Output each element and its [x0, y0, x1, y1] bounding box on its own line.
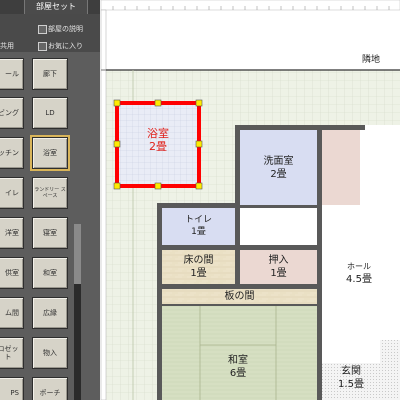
selection-handle-s: [154, 182, 162, 190]
hall-label: ホール 4.5畳: [322, 260, 396, 286]
hall-size: 4.5畳: [346, 274, 372, 285]
oshiire-label: 押入 1畳: [240, 254, 317, 280]
toilet-size: 1畳: [191, 227, 206, 237]
washitsu-name: 和室: [228, 355, 248, 366]
bath-size: 2畳: [149, 140, 167, 153]
oshiire-size: 1畳: [270, 268, 287, 279]
toilet-name: トイレ: [184, 215, 212, 225]
left-ruler: [100, 9, 107, 400]
washitsu-label: 和室 6畳: [200, 354, 276, 380]
selection-handle-n: [154, 99, 162, 107]
room-left-of-genkan: [322, 340, 380, 360]
room-pink: [322, 130, 360, 205]
top-ruler: [100, 0, 400, 11]
oshiire-name: 押入: [268, 255, 289, 266]
room-space-mid: [240, 208, 317, 245]
genkan-name: 玄関: [341, 366, 361, 377]
selection-handle-sw: [113, 182, 121, 190]
itanoma-label: 板の間: [224, 291, 255, 302]
site-label: 隣地: [362, 55, 381, 65]
hall-name: ホール: [347, 262, 371, 271]
genkan-label: 玄関 1.5畳: [322, 365, 380, 391]
washroom-name: 洗面室: [263, 156, 294, 167]
room-washitsu: [162, 306, 317, 400]
washitsu-size: 6畳: [229, 368, 247, 379]
tokonoma-label: 床の間 1畳: [162, 254, 235, 280]
washroom-size: 2畳: [270, 169, 287, 180]
tokonoma-name: 床の間: [183, 255, 214, 266]
room-right-dotted: [380, 340, 400, 400]
floor-plan-drawing[interactable]: [0, 0, 400, 400]
top-area: [101, 0, 400, 70]
tokonoma-size: 1畳: [190, 268, 207, 279]
bath-name: 浴室: [147, 127, 169, 140]
toilet-label: トイレ 1畳: [162, 214, 235, 238]
bath-label: 浴室 2畳: [118, 127, 198, 153]
washroom-label: 洗面室 2畳: [240, 155, 317, 181]
selection-handle-nw: [113, 99, 121, 107]
selection-handle-ne: [195, 99, 203, 107]
genkan-size: 1.5畳: [338, 379, 364, 390]
selection-handle-se: [195, 182, 203, 190]
